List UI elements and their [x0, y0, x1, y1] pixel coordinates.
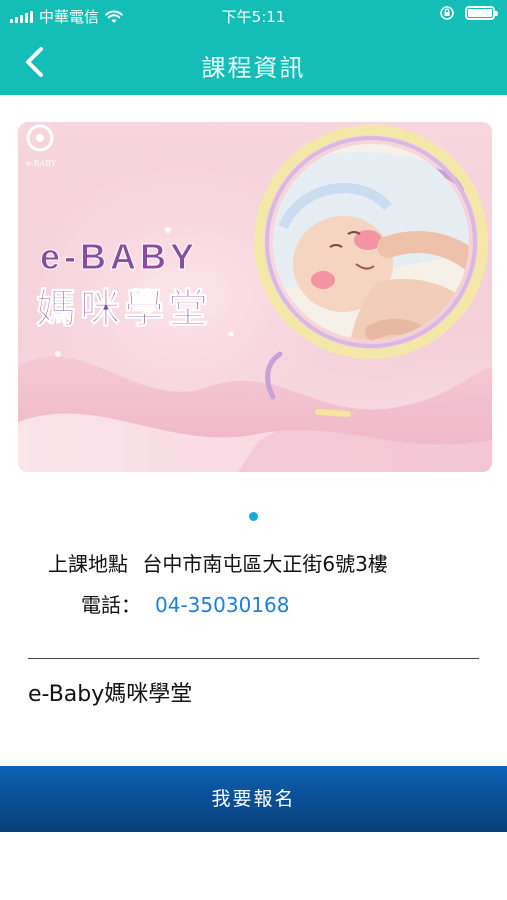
banner-title-zh: 媽咪學堂: [36, 286, 212, 332]
phone-row: 電話： 04-35030168: [48, 589, 289, 618]
status-bar: 中華電信 下午5:11: [0, 0, 507, 30]
location-label: 上課地點: [48, 552, 128, 576]
course-banner-image[interactable]: e-BABY e-BABY 媽咪學堂: [18, 122, 492, 472]
carousel-pager: [0, 512, 507, 521]
page-title: 課程資訊: [201, 54, 306, 82]
pager-dot-active[interactable]: [249, 512, 258, 521]
divider: [28, 658, 479, 659]
battery-icon: [465, 6, 498, 20]
signup-button[interactable]: 我要報名: [0, 766, 507, 832]
status-time: 下午5:11: [221, 8, 286, 26]
status-right: [439, 5, 498, 21]
orientation-lock-icon: [440, 6, 454, 20]
course-name: e-Baby媽咪學堂: [28, 682, 193, 707]
phone-link[interactable]: 04-35030168: [155, 593, 289, 617]
phone-label: 電話：: [81, 593, 141, 617]
banner-logo-text: e-BABY: [26, 159, 57, 168]
nav-bar: 課程資訊: [0, 30, 507, 95]
location-row: 上課地點 台中市南屯區大正街6號3樓: [48, 548, 388, 577]
banner-illustration: e-BABY e-BABY 媽咪學堂: [18, 122, 492, 472]
location-value: 台中市南屯區大正街6號3樓: [142, 552, 388, 576]
banner-title-en: e-BABY: [40, 236, 198, 277]
